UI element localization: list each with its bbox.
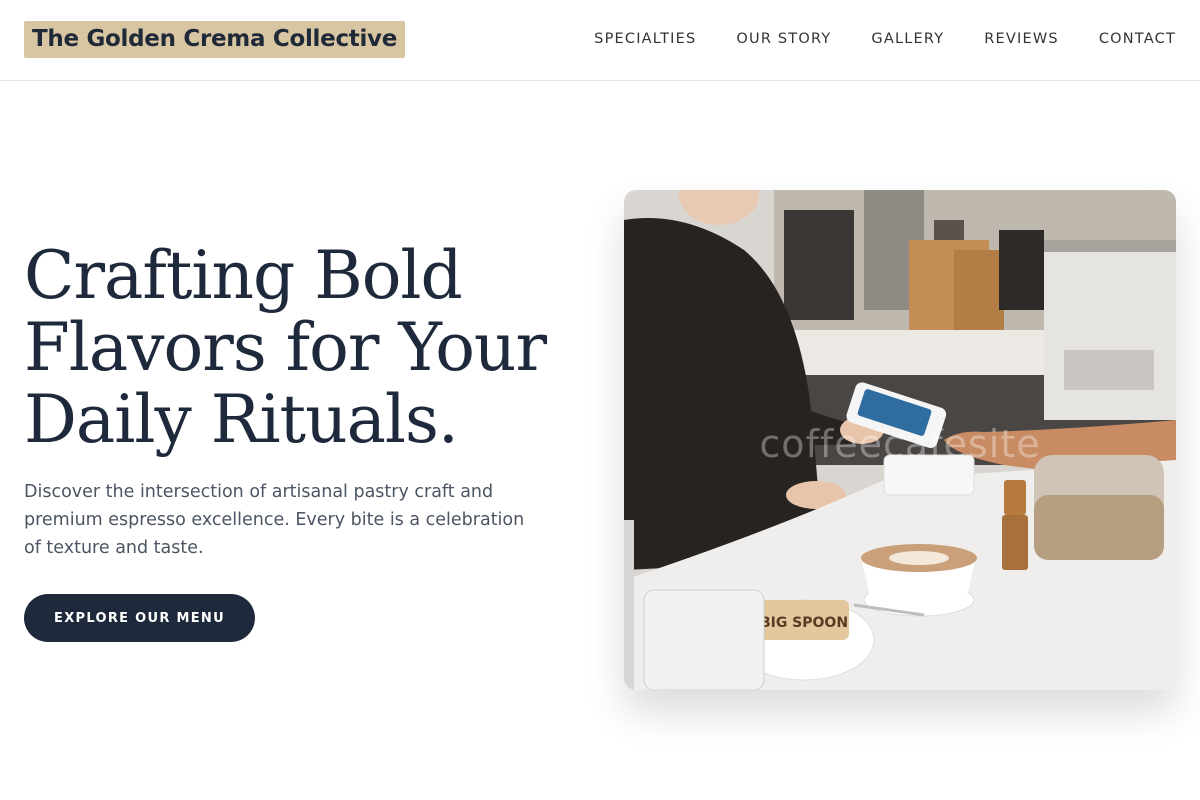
nav-reviews[interactable]: REVIEWS [984, 31, 1059, 47]
hero-image: BIG SPOON coffeecafesite [624, 190, 1176, 690]
site-header: The Golden Crema Collective SPECIALTIES … [0, 0, 1200, 81]
hero-title-line-1: Crafting Bold [24, 237, 463, 314]
hero-title-line-3: Daily Rituals. [24, 381, 459, 458]
hero-title: Crafting Bold Flavors for Your Daily Rit… [24, 240, 584, 456]
nav-contact[interactable]: CONTACT [1099, 31, 1176, 47]
bag-label: BIG SPOON [760, 615, 848, 631]
cafe-photo: BIG SPOON [624, 190, 1176, 690]
hero-description: Discover the intersection of artisanal p… [24, 482, 525, 558]
nav-gallery[interactable]: GALLERY [871, 31, 944, 47]
nav-our-story[interactable]: OUR STORY [736, 31, 831, 47]
hero-title-line-2: Flavors for Your [24, 309, 547, 386]
explore-menu-button[interactable]: EXPLORE OUR MENU [24, 594, 255, 642]
nav-specialties[interactable]: SPECIALTIES [594, 31, 696, 47]
brand-logo[interactable]: The Golden Crema Collective [24, 21, 406, 58]
main-nav: SPECIALTIES OUR STORY GALLERY REVIEWS CO… [594, 28, 1176, 50]
